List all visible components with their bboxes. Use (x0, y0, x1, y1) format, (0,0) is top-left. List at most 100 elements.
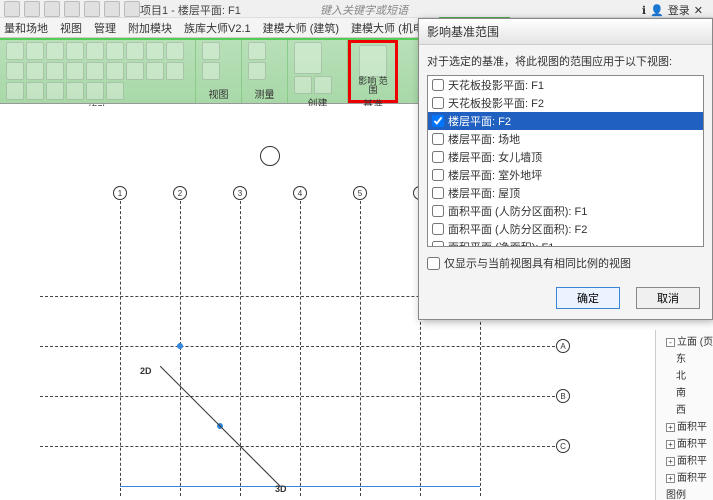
tool-icon[interactable] (126, 42, 144, 60)
view-checkbox[interactable] (432, 223, 444, 235)
section-marker[interactable] (260, 146, 280, 166)
tool-icon[interactable] (26, 82, 44, 100)
view-checkbox[interactable] (432, 241, 444, 247)
view-label: 楼层平面: 屋顶 (448, 185, 520, 201)
tool-icon[interactable] (126, 62, 144, 80)
view-list-item[interactable]: 天花板投影平面: F1 (428, 76, 703, 94)
tree-leaf[interactable]: 南 (658, 383, 711, 400)
tool-icon[interactable] (248, 62, 266, 80)
tool-icon[interactable] (6, 82, 24, 100)
view-checkbox[interactable] (432, 97, 444, 109)
view-list-item[interactable]: 楼层平面: 场地 (428, 130, 703, 148)
tool-icon[interactable] (294, 42, 322, 74)
tool-icon[interactable] (66, 62, 84, 80)
view-checkbox[interactable] (432, 187, 444, 199)
tool-icon[interactable] (86, 82, 104, 100)
grip-handle[interactable] (177, 343, 183, 349)
qat-icon[interactable] (4, 1, 20, 17)
tree-leaf[interactable]: 东 (658, 349, 711, 366)
menu-model-arch[interactable]: 建模大师 (建筑) (263, 20, 339, 36)
view-list-item[interactable]: 面积平面 (人防分区面积): F2 (428, 220, 703, 238)
tool-icon[interactable] (106, 42, 124, 60)
tool-icon[interactable] (86, 62, 104, 80)
tool-icon[interactable] (248, 42, 266, 60)
tool-icon[interactable] (6, 62, 24, 80)
tool-icon[interactable] (26, 42, 44, 60)
grid-bubble[interactable]: A (556, 339, 570, 353)
view-list-item[interactable]: 楼层平面: F2 (428, 112, 703, 130)
grid-bubble[interactable]: B (556, 389, 570, 403)
tool-icon[interactable] (202, 42, 220, 60)
tree-node: +面积平 (658, 434, 711, 451)
tool-icon[interactable] (166, 62, 184, 80)
view-label: 楼层平面: 女儿墙顶 (448, 149, 542, 165)
project-browser[interactable]: -立面 (页 东 北 南 西 +面积平 +面积平 +面积平 +面积平 图例 +明… (655, 330, 713, 500)
view-checkbox[interactable] (432, 115, 444, 127)
tool-icon[interactable] (166, 42, 184, 60)
qat-icon[interactable] (124, 1, 140, 17)
tool-icon[interactable] (46, 82, 64, 100)
ribbon-group-view: 视图 (196, 40, 242, 103)
tool-icon[interactable] (66, 82, 84, 100)
menu-model-mep[interactable]: 建模大师 (机电) (351, 20, 427, 36)
tool-icon[interactable] (6, 42, 24, 60)
menu-mass-site[interactable]: 量和场地 (4, 20, 48, 36)
views-list[interactable]: 天花板投影平面: F1天花板投影平面: F2楼层平面: F2楼层平面: 场地楼层… (427, 75, 704, 247)
marker-2d[interactable]: 2D (140, 366, 152, 376)
user-icon[interactable]: 👤 (650, 4, 664, 17)
collapse-icon[interactable]: - (666, 338, 675, 347)
qat-icon[interactable] (84, 1, 100, 17)
expand-icon[interactable]: + (666, 474, 675, 483)
tool-icon[interactable] (202, 62, 220, 80)
same-scale-checkbox[interactable] (427, 257, 440, 270)
cancel-button[interactable]: 取消 (636, 287, 700, 309)
tool-icon[interactable] (106, 62, 124, 80)
tool-icon[interactable] (26, 62, 44, 80)
qat-icon[interactable] (64, 1, 80, 17)
login-link[interactable]: 登录 (668, 2, 690, 18)
grid-bubble[interactable]: 5 (353, 186, 367, 200)
view-checkbox[interactable] (432, 79, 444, 91)
tool-icon[interactable] (314, 76, 332, 94)
view-list-item[interactable]: 天花板投影平面: F2 (428, 94, 703, 112)
menu-family-master[interactable]: 族库大师V2.1 (184, 20, 251, 36)
menu-addins[interactable]: 附加模块 (128, 20, 172, 36)
tool-icon[interactable] (294, 76, 312, 94)
tool-icon[interactable] (146, 42, 164, 60)
view-checkbox[interactable] (432, 151, 444, 163)
qat-icon[interactable] (104, 1, 120, 17)
grid-bubble[interactable]: 4 (293, 186, 307, 200)
view-checkbox[interactable] (432, 169, 444, 181)
tool-icon[interactable] (46, 42, 64, 60)
search-hint[interactable]: 键入关键字或短语 (320, 2, 408, 18)
expand-icon[interactable]: + (666, 440, 675, 449)
view-list-item[interactable]: 楼层平面: 室外地坪 (428, 166, 703, 184)
grid-bubble[interactable]: 3 (233, 186, 247, 200)
tool-icon[interactable] (66, 42, 84, 60)
close-icon[interactable]: ✕ (694, 4, 703, 17)
info-icon[interactable]: ℹ (642, 4, 646, 17)
view-list-item[interactable]: 面积平面 (人防分区面积): F1 (428, 202, 703, 220)
ok-button[interactable]: 确定 (556, 287, 620, 309)
tool-icon[interactable] (86, 42, 104, 60)
tool-icon[interactable] (46, 62, 64, 80)
qat-icon[interactable] (44, 1, 60, 17)
menu-manage[interactable]: 管理 (94, 20, 116, 36)
grid-bubble[interactable]: 2 (173, 186, 187, 200)
view-checkbox[interactable] (432, 133, 444, 145)
tree-leaf[interactable]: 北 (658, 366, 711, 383)
view-list-item[interactable]: 面积平面 (净面积): F1 (428, 238, 703, 247)
grid-bubble[interactable]: 1 (113, 186, 127, 200)
expand-icon[interactable]: + (666, 423, 675, 432)
expand-icon[interactable]: + (666, 457, 675, 466)
tree-leaf[interactable]: 西 (658, 400, 711, 417)
view-list-item[interactable]: 楼层平面: 女儿墙顶 (428, 148, 703, 166)
propagate-extents-button[interactable] (359, 45, 387, 77)
tool-icon[interactable] (106, 82, 124, 100)
grid-bubble[interactable]: C (556, 439, 570, 453)
menu-view[interactable]: 视图 (60, 20, 82, 36)
view-list-item[interactable]: 楼层平面: 屋顶 (428, 184, 703, 202)
view-checkbox[interactable] (432, 205, 444, 217)
tool-icon[interactable] (146, 62, 164, 80)
qat-icon[interactable] (24, 1, 40, 17)
